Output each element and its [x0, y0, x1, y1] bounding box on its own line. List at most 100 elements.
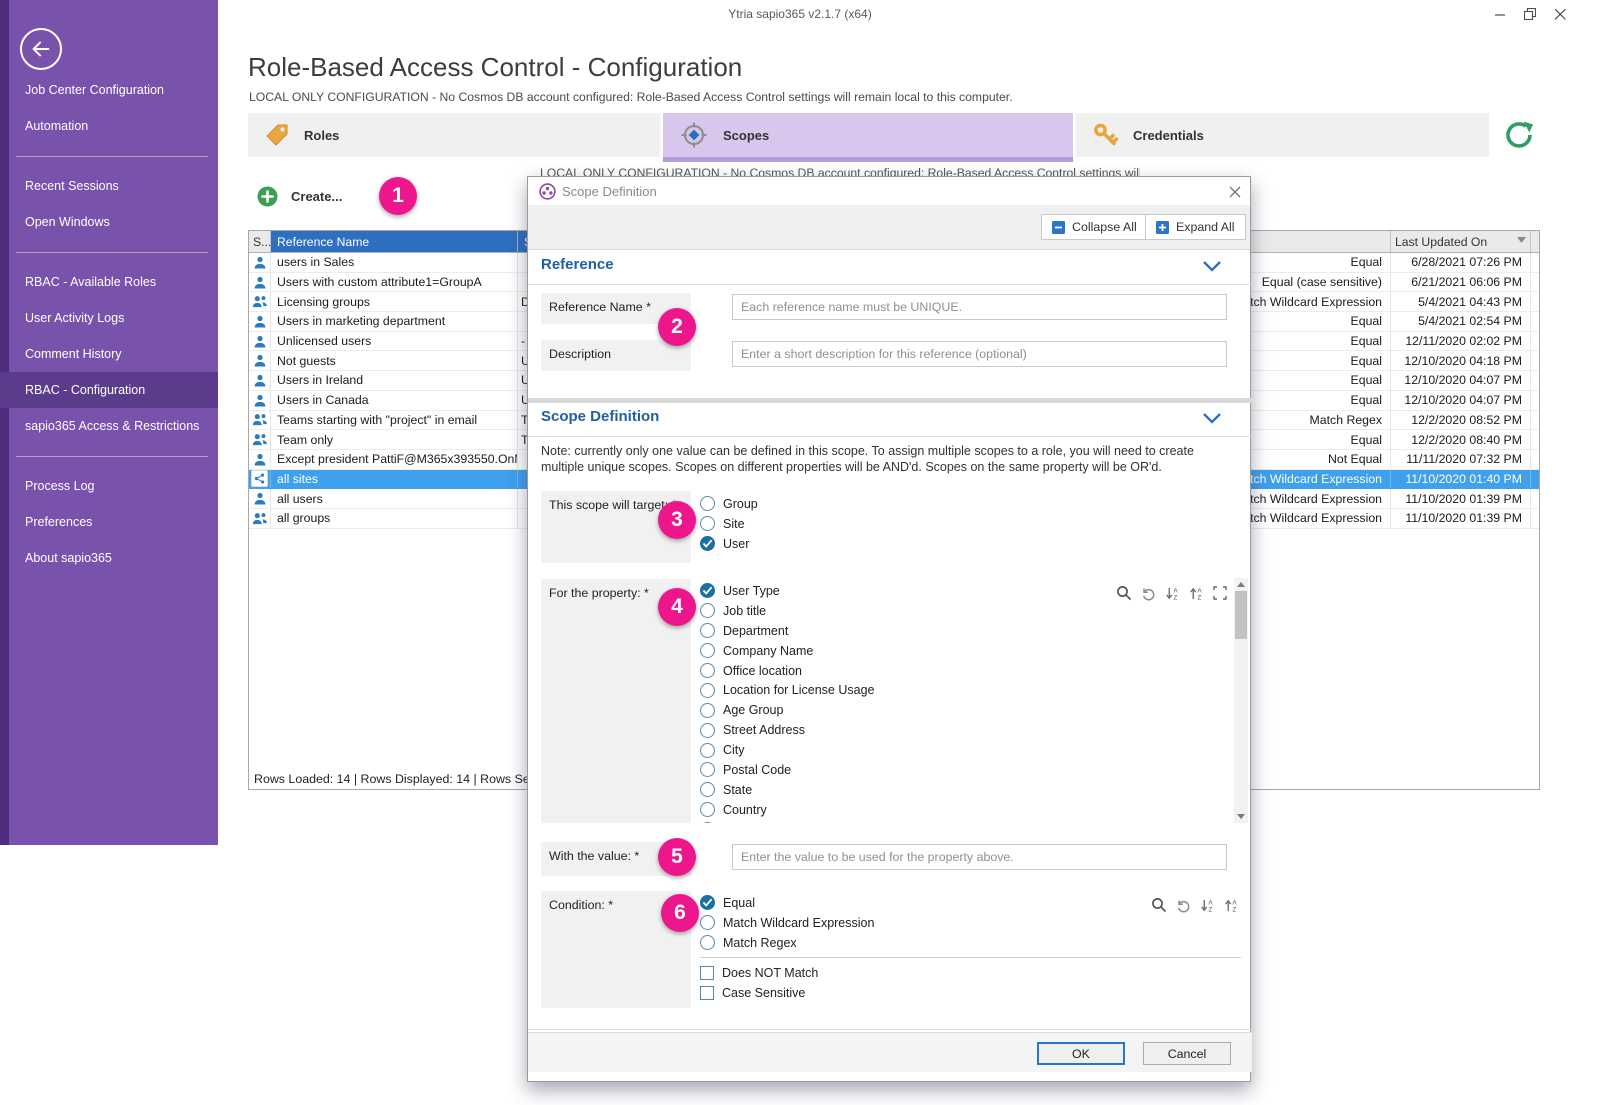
sort-descending-icon[interactable]: AZ	[1189, 586, 1204, 601]
sidebar-item[interactable]: RBAC - Configuration	[0, 372, 218, 408]
property-list-scrollbar[interactable]	[1234, 578, 1248, 823]
radio-option[interactable]: User	[700, 534, 758, 554]
sidebar-item[interactable]: Open Windows	[0, 204, 218, 240]
condition-list-tools: AZ AZ	[1151, 897, 1239, 913]
radio-option[interactable]: Group	[700, 494, 758, 514]
sidebar-item[interactable]: About sapio365	[0, 540, 218, 576]
sort-ascending-icon[interactable]: AZ	[1200, 898, 1215, 913]
reset-icon[interactable]	[1176, 898, 1191, 913]
radio-option[interactable]: Office location	[700, 661, 1220, 681]
refresh-icon	[1502, 118, 1536, 152]
group-icon	[252, 511, 268, 526]
tag-icon	[264, 122, 290, 148]
user-icon	[253, 452, 267, 467]
scroll-down-icon[interactable]	[1234, 810, 1248, 823]
search-icon[interactable]	[1151, 897, 1167, 913]
dialog-title: Scope Definition	[562, 184, 657, 199]
row-type-icon	[249, 509, 271, 528]
ok-button[interactable]: OK	[1037, 1042, 1125, 1065]
sidebar-item[interactable]	[0, 240, 218, 264]
radio-label: Department	[723, 624, 788, 638]
radio-option[interactable]: Job title	[700, 601, 1220, 621]
sidebar-item[interactable]: Recent Sessions	[0, 168, 218, 204]
sort-descending-icon[interactable]: AZ	[1224, 898, 1239, 913]
sapio365-dialog-icon	[539, 183, 556, 200]
search-icon[interactable]	[1116, 585, 1132, 601]
svg-text:A: A	[1208, 899, 1213, 906]
refresh-button[interactable]	[1502, 118, 1536, 152]
checkbox-option[interactable]: Case Sensitive	[700, 983, 818, 1003]
radio-option[interactable]: Street Address	[700, 720, 1220, 740]
sidebar-item[interactable]: User Activity Logs	[0, 300, 218, 336]
minimize-button[interactable]	[1488, 4, 1512, 24]
column-header-icon[interactable]: S...	[249, 231, 271, 252]
sidebar-item[interactable]: Process Log	[0, 468, 218, 504]
reference-name-input[interactable]	[732, 294, 1227, 320]
fullscreen-icon[interactable]	[1213, 586, 1227, 600]
row-type-icon	[249, 391, 271, 410]
row-type-icon	[249, 470, 271, 489]
reset-icon[interactable]	[1141, 586, 1156, 601]
radio-option[interactable]: Location for License Usage	[700, 680, 1220, 700]
scope-collapse-chevron-icon[interactable]	[1202, 412, 1222, 424]
radio-option[interactable]: Equal	[700, 893, 874, 913]
radio-icon	[700, 583, 715, 598]
expand-all-button[interactable]: Expand All	[1145, 214, 1246, 240]
scrollbar-thumb[interactable]	[1235, 591, 1247, 639]
tab-credentials[interactable]: Credentials	[1076, 113, 1489, 157]
radio-option[interactable]: Match Wildcard Expression	[700, 913, 874, 933]
column-header-reference-name[interactable]: Reference Name	[271, 231, 518, 252]
sidebar-item[interactable]: Automation	[0, 108, 218, 144]
close-window-button[interactable]	[1548, 4, 1572, 24]
sidebar-item[interactable]: RBAC - Available Roles	[0, 264, 218, 300]
plus-icon	[257, 186, 278, 207]
radio-icon	[700, 663, 715, 678]
sort-ascending-icon[interactable]: AZ	[1165, 586, 1180, 601]
reference-name-cell: Licensing groups	[271, 292, 518, 311]
radio-option[interactable]: City	[700, 740, 1220, 760]
radio-option[interactable]: Department	[700, 621, 1220, 641]
checkbox-label: Does NOT Match	[722, 966, 818, 980]
restore-button[interactable]	[1518, 4, 1542, 24]
radio-option[interactable]: Company Name	[700, 641, 1220, 661]
step-badge: 1	[379, 177, 417, 215]
sidebar-item[interactable]	[0, 144, 218, 168]
sidebar-item[interactable]: sapio365 Access & Restrictions	[0, 408, 218, 444]
target-icon	[679, 120, 709, 150]
radio-option[interactable]: State	[700, 780, 1220, 800]
radio-option[interactable]: Age Group	[700, 700, 1220, 720]
cancel-button[interactable]: Cancel	[1143, 1042, 1231, 1065]
radio-option[interactable]: Site	[700, 514, 758, 534]
reference-collapse-chevron-icon[interactable]	[1202, 260, 1222, 272]
sidebar-item[interactable]: Job Center Configuration	[0, 72, 218, 108]
filler-cell	[1531, 411, 1539, 430]
tab-roles[interactable]: Roles	[248, 113, 660, 157]
last-updated-cell: 6/28/2021 07:26 PM	[1391, 253, 1531, 272]
radio-option[interactable]: Postal Code	[700, 760, 1220, 780]
description-input[interactable]	[732, 341, 1227, 367]
back-button[interactable]	[20, 28, 62, 70]
column-header-last-updated[interactable]: Last Updated On	[1391, 231, 1531, 252]
step-badge-number: 2	[671, 315, 683, 339]
collapse-all-button[interactable]: Collapse All	[1041, 214, 1148, 240]
scroll-up-icon[interactable]	[1234, 578, 1248, 591]
filter-dropdown-icon[interactable]	[1517, 237, 1526, 243]
step-badge-number: 4	[671, 595, 683, 619]
value-input[interactable]	[732, 844, 1227, 870]
sidebar-item[interactable]	[0, 444, 218, 468]
sidebar-item[interactable]: Comment History	[0, 336, 218, 372]
tab-scopes[interactable]: Scopes	[663, 113, 1073, 157]
sidebar-item[interactable]: Preferences	[0, 504, 218, 540]
radio-option[interactable]: Match Regex	[700, 933, 874, 953]
dialog-close-button[interactable]	[1226, 183, 1244, 201]
step-badge-number: 6	[674, 901, 686, 925]
create-button[interactable]: Create...	[257, 186, 342, 207]
radio-option[interactable]	[700, 820, 1220, 823]
radio-label: Match Regex	[723, 936, 797, 950]
radio-option[interactable]: Country	[700, 800, 1220, 820]
dialog-footer: OK Cancel	[528, 1032, 1252, 1072]
filler-cell	[1531, 450, 1539, 469]
filler-cell	[1531, 351, 1539, 370]
checkbox-option[interactable]: Does NOT Match	[700, 963, 818, 983]
reference-section-heading: Reference	[541, 256, 614, 273]
